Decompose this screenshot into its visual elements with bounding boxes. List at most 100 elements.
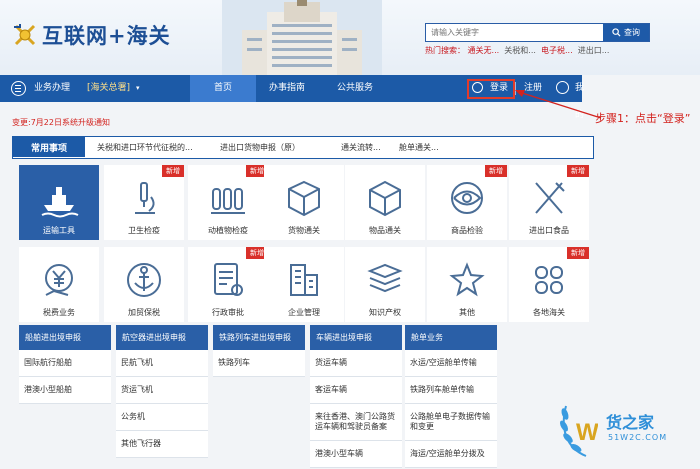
- service-tile[interactable]: 卫生检疫 新增: [104, 165, 184, 240]
- service-tile[interactable]: 动植物检疫 新增: [188, 165, 268, 240]
- list-item[interactable]: 民航飞机: [116, 350, 208, 377]
- eye-icon: [451, 182, 483, 214]
- yen-icon: [45, 264, 73, 296]
- list-item[interactable]: 客运车辆: [310, 377, 402, 404]
- tile-label: 税费业务: [43, 308, 75, 317]
- document-icon: [214, 263, 243, 296]
- new-badge: 新增: [567, 165, 589, 177]
- anchor-icon: [127, 263, 161, 297]
- service-tile[interactable]: 加贸保税: [104, 247, 184, 322]
- site-header: 互联网+海关 查询 热门搜索： 通关无... 关税和... 电子税... 进出口…: [0, 0, 700, 75]
- hot-search-link[interactable]: 进出口...: [578, 46, 610, 55]
- nav-business[interactable]: 业务办理: [34, 75, 70, 102]
- nav-public-service[interactable]: 公共服务: [337, 75, 373, 102]
- quick-link[interactable]: 进出口货物申报（原）: [220, 142, 300, 153]
- pin-icon: [449, 262, 485, 297]
- service-tile[interactable]: 企业管理: [264, 247, 344, 322]
- customs-logo[interactable]: 互联网+海关: [12, 20, 171, 50]
- list-item[interactable]: 其他飞行器: [116, 431, 208, 458]
- list-item[interactable]: 货运车辆: [310, 350, 402, 377]
- service-tile[interactable]: 行政审批 新增: [188, 247, 268, 322]
- service-tile[interactable]: 物品通关: [345, 165, 425, 240]
- microscope-icon: [135, 182, 155, 214]
- customs-emblem-icon: [14, 24, 36, 46]
- nav-home[interactable]: 首页: [190, 75, 256, 102]
- search-icon: [612, 28, 621, 37]
- svg-text:W: W: [576, 419, 598, 446]
- list-item[interactable]: 海运/空运舱单分拨及: [405, 441, 497, 468]
- nav-guide[interactable]: 办事指南: [269, 75, 305, 102]
- notice-link[interactable]: 变更:7月22日系统升级通知: [12, 117, 110, 128]
- tile-label: 货物通关: [288, 226, 320, 235]
- list-item[interactable]: 来往香港、澳门公路货运车辆和驾驶员备案: [310, 404, 402, 441]
- hot-search-link[interactable]: 关税和...: [504, 46, 536, 55]
- ship-icon: [41, 187, 79, 218]
- hot-search-label: 热门搜索：: [425, 46, 465, 55]
- customs-building-image: [222, 0, 382, 75]
- search-button[interactable]: 查询: [603, 24, 649, 41]
- box-icon: [288, 180, 320, 217]
- column-title: 舱单业务: [405, 325, 497, 350]
- menu-icon[interactable]: [11, 81, 26, 96]
- tile-label: 物品通关: [369, 226, 401, 235]
- quick-link[interactable]: 通关流转...: [341, 142, 381, 153]
- tile-label: 行政审批: [212, 308, 244, 317]
- tile-label: 各地海关: [533, 308, 565, 317]
- cube-icon: [369, 180, 401, 217]
- watermark: W 货之家 51W2C.COM: [556, 395, 696, 465]
- building-icon: [290, 264, 318, 296]
- watermark-name: 货之家: [606, 413, 655, 432]
- list-item[interactable]: 港澳小型船舶: [19, 377, 111, 404]
- list-item[interactable]: 货运飞机: [116, 377, 208, 404]
- list-item[interactable]: 水运/空运舱单传输: [405, 350, 497, 377]
- tile-label: 企业管理: [288, 308, 320, 317]
- list-item[interactable]: 港澳小型车辆: [310, 441, 402, 468]
- search-input[interactable]: [426, 24, 603, 41]
- service-tile[interactable]: 货物通关: [264, 165, 344, 240]
- column-title: 航空器进出境申报: [116, 325, 208, 350]
- tile-label: 知识产权: [369, 308, 401, 317]
- watermark-url: 51W2C.COM: [608, 433, 668, 442]
- hot-search-link[interactable]: 电子税...: [541, 46, 573, 55]
- chevron-down-icon[interactable]: ▾: [136, 75, 140, 102]
- quick-link[interactable]: 关税和进口环节代征税的...: [97, 142, 193, 153]
- hot-search-link[interactable]: 通关无...: [468, 46, 500, 55]
- column-title: 铁路列车进出境申报: [213, 325, 305, 350]
- tile-label: 加贸保税: [128, 308, 160, 317]
- common-items-bar: 常用事项 关税和进口环节代征税的... 进出口货物申报（原） 通关流转... 舱…: [12, 136, 594, 159]
- list-item[interactable]: 国际航行船舶: [19, 350, 111, 377]
- declaration-column: 车辆进出境申报 货运车辆 客运车辆 来往香港、澳门公路货运车辆和驾驶员备案 港澳…: [310, 325, 402, 468]
- annotation-arrow-icon: [515, 90, 602, 119]
- list-item[interactable]: 公务机: [116, 404, 208, 431]
- step-annotation: 步骤1：点击“登录”: [595, 112, 691, 125]
- new-badge: 新增: [162, 165, 184, 177]
- new-badge: 新增: [567, 247, 589, 259]
- service-tile[interactable]: 其他: [427, 247, 507, 322]
- new-badge: 新增: [485, 165, 507, 177]
- service-tile[interactable]: 运输工具: [19, 165, 99, 240]
- service-tile[interactable]: 进出口食品 新增: [509, 165, 589, 240]
- list-item[interactable]: 铁路列车舱单传输: [405, 377, 497, 404]
- tile-label: 商品检验: [451, 226, 483, 235]
- column-title: 船舶进出境申报: [19, 325, 111, 350]
- wheat-logo-icon: W: [560, 405, 598, 457]
- search-button-label: 查询: [624, 28, 640, 37]
- tile-label: 运输工具: [43, 226, 75, 235]
- list-item[interactable]: 铁路列车: [213, 350, 305, 377]
- declaration-column: 船舶进出境申报 国际航行船舶 港澳小型船舶: [19, 325, 111, 404]
- service-tile[interactable]: 税费业务: [19, 247, 99, 322]
- tile-label: 其他: [459, 308, 475, 317]
- search-box: 查询: [425, 23, 650, 42]
- tab-common-items[interactable]: 常用事项: [13, 137, 85, 157]
- tile-label: 进出口食品: [529, 226, 569, 235]
- service-tile[interactable]: 商品检验 新增: [427, 165, 507, 240]
- quick-link[interactable]: 舱单通关...: [399, 142, 439, 153]
- hot-search: 热门搜索： 通关无... 关税和... 电子税... 进出口...: [425, 45, 609, 56]
- utensils-icon: [535, 182, 565, 214]
- list-item[interactable]: 公路舱单电子数据传输和变更: [405, 404, 497, 441]
- logo-text: 互联网+海关: [42, 23, 171, 48]
- declaration-column: 铁路列车进出境申报 铁路列车: [213, 325, 305, 377]
- service-tile[interactable]: 知识产权: [345, 247, 425, 322]
- office-selector[interactable]: [海关总署]: [87, 75, 130, 102]
- service-tile[interactable]: 各地海关 新增: [509, 247, 589, 322]
